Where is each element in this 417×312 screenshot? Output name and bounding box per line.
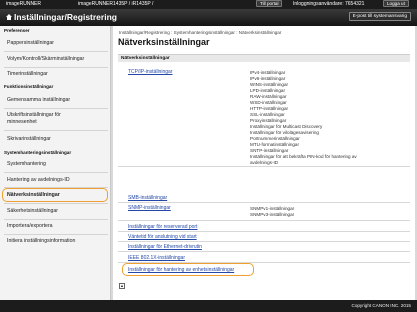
sidebar-item-memory-print[interactable]: Utskriftsinställningar för minnesenhet	[0, 112, 90, 125]
tcpip-details-list: IPv4-inställningar IPv6-inställningar WI…	[250, 70, 357, 166]
snmp-detail: SNMPv3-inställningar	[250, 212, 295, 217]
sidebar-highlight-frame	[2, 188, 108, 202]
reserved-port-link[interactable]: Inställningar för reserverad port	[128, 224, 197, 230]
portal-button[interactable]: Till portal	[256, 0, 283, 7]
sidebar-item-paper[interactable]: Pappersinställningar	[0, 40, 111, 47]
sidebar-heading-system: Systemhanteringsinställningar	[4, 150, 72, 155]
section-title: Nätverksinställningar	[118, 37, 210, 47]
sidebar-item-timer[interactable]: Timerinställningar	[0, 71, 111, 78]
copyright-text: Copyright CANON INC. 2015	[351, 303, 412, 308]
logout-button[interactable]: Logga ut	[383, 0, 409, 7]
main-content: Inställningar/Registrering : Systemhante…	[113, 26, 415, 300]
sidebar-item-volume[interactable]: Volym/Kontroll/Skärminställningar	[0, 56, 111, 63]
breadcrumb: Inställningar/Registrering : Systemhante…	[119, 30, 282, 35]
sidebar-item-initialize[interactable]: Initiera inställningsinformation	[0, 238, 111, 245]
scroll-top-icon[interactable]: ▲	[119, 283, 125, 289]
tcpip-settings-link[interactable]: TCP/IP-inställningar	[128, 69, 172, 75]
ethernet-driver-link[interactable]: Inställningar för Ethernet-drivrutin	[128, 244, 202, 250]
top-bar: imageRUNNER imageRUNNER1435P / iR1435P /…	[0, 0, 417, 9]
sidebar-item-system-management[interactable]: Systemhantering	[0, 161, 111, 168]
sidebar-heading-preferences: Preferenser	[4, 28, 30, 33]
network-section-header: Nätverksinställningar	[118, 54, 410, 62]
sidebar-item-department-id[interactable]: Hantering av avdelnings-ID	[0, 177, 111, 184]
startup-wait-link[interactable]: Väntetid för anslutning vid start	[128, 234, 197, 240]
sidebar-heading-functions: Funktionsinställningar	[4, 84, 54, 89]
title-bar: Inställningar/Registrering E-post till s…	[0, 9, 417, 26]
sidebar-item-security[interactable]: Säkerhetsinställningar	[0, 208, 111, 215]
sidebar-item-printer[interactable]: Skrivarinställningar	[0, 136, 111, 143]
model-label: imageRUNNER1435P / iR1435P /	[78, 1, 154, 7]
sidebar-item-common[interactable]: Gemensamma inställningar	[0, 97, 111, 104]
smb-settings-link[interactable]: SMB-inställningar	[128, 195, 167, 201]
home-icon[interactable]	[6, 14, 12, 20]
footer: Copyright CANON INC. 2015	[0, 300, 417, 312]
snmp-settings-link[interactable]: SNMP-inställningar	[128, 205, 171, 211]
sidebar-item-import-export[interactable]: Importera/exportera	[0, 223, 111, 230]
brand-label: imageRUNNER	[6, 1, 42, 7]
sidebar: Preferenser Pappersinställningar Volym/K…	[0, 26, 111, 300]
login-user-label: Inloggningsanvändare: 7654321	[293, 1, 365, 7]
link-highlight-frame	[122, 263, 254, 276]
ieee8021x-link[interactable]: IEEE 802.1X-inställningar	[128, 255, 185, 261]
page-title: Inställningar/Registrering	[14, 12, 117, 22]
mail-admin-button[interactable]: E-post till systemansvarig	[348, 12, 411, 21]
